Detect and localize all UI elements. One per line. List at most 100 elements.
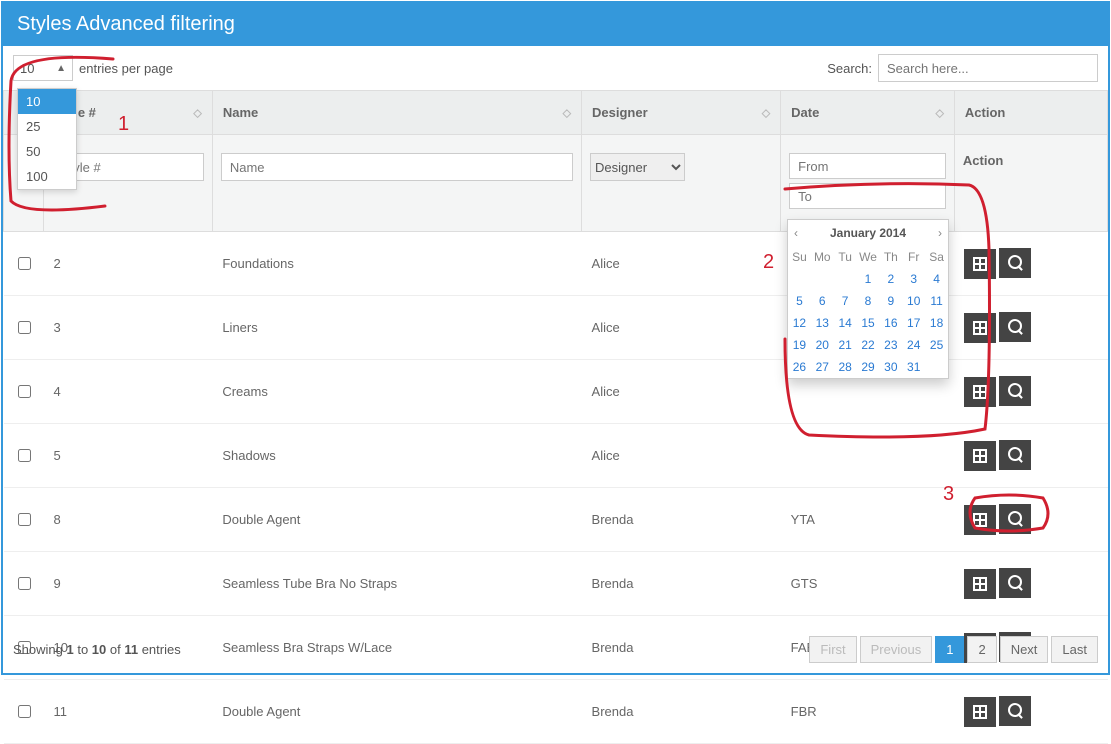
datepicker-day[interactable]: 29 bbox=[857, 356, 880, 378]
row-checkbox[interactable] bbox=[18, 449, 31, 462]
datepicker-day[interactable]: 2 bbox=[879, 268, 902, 290]
cell-style-no: 5 bbox=[44, 424, 213, 488]
pager-page-2[interactable]: 2 bbox=[967, 636, 996, 663]
datepicker-day[interactable]: 25 bbox=[925, 334, 948, 356]
datepicker-day[interactable]: 11 bbox=[925, 290, 948, 312]
grid-icon bbox=[973, 321, 987, 335]
datepicker-day[interactable]: 13 bbox=[811, 312, 834, 334]
col-date[interactable]: Date ◇ bbox=[781, 91, 955, 135]
datepicker-title[interactable]: January 2014 bbox=[830, 226, 906, 240]
view-action-button[interactable] bbox=[999, 312, 1031, 342]
datepicker-day[interactable]: 19 bbox=[788, 334, 811, 356]
datepicker-day[interactable]: 23 bbox=[879, 334, 902, 356]
grid-action-button[interactable] bbox=[964, 377, 996, 407]
col-name[interactable]: Name ◇ bbox=[212, 91, 581, 135]
datepicker-day[interactable]: 1 bbox=[857, 268, 880, 290]
datepicker-day[interactable]: 28 bbox=[834, 356, 857, 378]
filter-name[interactable] bbox=[221, 153, 573, 181]
datepicker-day[interactable]: 26 bbox=[788, 356, 811, 378]
pager-prev[interactable]: Previous bbox=[860, 636, 933, 663]
grid-action-button[interactable] bbox=[964, 505, 996, 535]
datepicker-day[interactable]: 5 bbox=[788, 290, 811, 312]
page-size-option[interactable]: 10 bbox=[18, 89, 76, 114]
row-checkbox[interactable] bbox=[18, 705, 31, 718]
datepicker-day[interactable]: 6 bbox=[811, 290, 834, 312]
datepicker-day[interactable]: 14 bbox=[834, 312, 857, 334]
grid-action-button[interactable] bbox=[964, 441, 996, 471]
search-input[interactable] bbox=[878, 54, 1098, 82]
datepicker-day[interactable]: 15 bbox=[857, 312, 880, 334]
search-icon bbox=[1008, 447, 1022, 463]
page-size-option[interactable]: 50 bbox=[18, 139, 76, 164]
cell-designer: Alice bbox=[582, 296, 781, 360]
datepicker-day[interactable]: 24 bbox=[902, 334, 925, 356]
row-checkbox[interactable] bbox=[18, 577, 31, 590]
datepicker-day[interactable]: 21 bbox=[834, 334, 857, 356]
cell-name: Seamless Tube Bra No Straps bbox=[212, 552, 581, 616]
entries-per-page-label: entries per page bbox=[79, 61, 173, 76]
filter-date-from[interactable] bbox=[789, 153, 946, 179]
grid-action-button[interactable] bbox=[964, 313, 996, 343]
datepicker-prev-icon[interactable]: ‹ bbox=[794, 226, 798, 240]
pager-page-1[interactable]: 1 bbox=[935, 636, 964, 663]
row-checkbox[interactable] bbox=[18, 385, 31, 398]
cell-action bbox=[954, 552, 1107, 616]
page-size-select[interactable]: 10 ▲ bbox=[13, 55, 73, 81]
col-action: Action bbox=[954, 91, 1107, 135]
annotation-3-label: 3 bbox=[943, 483, 954, 506]
view-action-button[interactable] bbox=[999, 376, 1031, 406]
datepicker-day[interactable]: 12 bbox=[788, 312, 811, 334]
row-checkbox[interactable] bbox=[18, 321, 31, 334]
filter-designer[interactable]: Designer bbox=[590, 153, 685, 181]
datepicker-day[interactable]: 31 bbox=[902, 356, 925, 378]
col-designer[interactable]: Designer ◇ bbox=[582, 91, 781, 135]
cell-action bbox=[954, 424, 1107, 488]
cell-action bbox=[954, 360, 1107, 424]
datepicker-day[interactable]: 8 bbox=[857, 290, 880, 312]
datepicker-next-icon[interactable]: › bbox=[938, 226, 942, 240]
cell-style-no: 8 bbox=[44, 488, 213, 552]
datepicker-day[interactable]: 16 bbox=[879, 312, 902, 334]
pager: First Previous 1 2 Next Last bbox=[809, 636, 1098, 663]
table-row: 11Double AgentBrendaFBR bbox=[4, 680, 1108, 744]
grid-icon bbox=[973, 257, 987, 271]
datepicker-day[interactable]: 17 bbox=[902, 312, 925, 334]
controls-row: 10 ▲ entries per page Search: bbox=[3, 46, 1108, 90]
row-checkbox[interactable] bbox=[18, 513, 31, 526]
datepicker-day[interactable]: 3 bbox=[902, 268, 925, 290]
grid-action-button[interactable] bbox=[964, 569, 996, 599]
pager-first[interactable]: First bbox=[809, 636, 856, 663]
view-action-button[interactable] bbox=[999, 568, 1031, 598]
grid-action-button[interactable] bbox=[964, 249, 996, 279]
datepicker-day[interactable]: 18 bbox=[925, 312, 948, 334]
pager-next[interactable]: Next bbox=[1000, 636, 1049, 663]
datepicker-day[interactable]: 10 bbox=[902, 290, 925, 312]
datepicker-day[interactable]: 9 bbox=[879, 290, 902, 312]
cell-action bbox=[954, 232, 1107, 296]
view-action-button[interactable] bbox=[999, 504, 1031, 534]
filter-date-to[interactable] bbox=[789, 183, 946, 209]
row-checkbox[interactable] bbox=[18, 257, 31, 270]
grid-action-button[interactable] bbox=[964, 697, 996, 727]
datepicker-day[interactable]: 30 bbox=[879, 356, 902, 378]
datepicker-day[interactable]: 20 bbox=[811, 334, 834, 356]
datepicker-day[interactable]: 22 bbox=[857, 334, 880, 356]
page-size-dropdown[interactable]: 10 25 50 100 bbox=[17, 88, 77, 190]
cell-designer: Alice bbox=[582, 232, 781, 296]
datepicker[interactable]: ‹ January 2014 › SuMoTuWeThFrSa...123456… bbox=[787, 219, 949, 379]
pager-last[interactable]: Last bbox=[1051, 636, 1098, 663]
cell-designer: Alice bbox=[582, 424, 781, 488]
col-action-label: Action bbox=[965, 105, 1005, 120]
datepicker-day[interactable]: 7 bbox=[834, 290, 857, 312]
datepicker-day[interactable]: 4 bbox=[925, 268, 948, 290]
datepicker-day[interactable]: 27 bbox=[811, 356, 834, 378]
search-icon bbox=[1008, 319, 1022, 335]
table-row: 9Seamless Tube Bra No StrapsBrendaGTS bbox=[4, 552, 1108, 616]
view-action-button[interactable] bbox=[999, 696, 1031, 726]
view-action-button[interactable] bbox=[999, 248, 1031, 278]
datepicker-dow: Mo bbox=[811, 246, 834, 268]
view-action-button[interactable] bbox=[999, 440, 1031, 470]
page-size-option[interactable]: 25 bbox=[18, 114, 76, 139]
page-size-option[interactable]: 100 bbox=[18, 164, 76, 189]
cell-date: FBR bbox=[781, 680, 955, 744]
